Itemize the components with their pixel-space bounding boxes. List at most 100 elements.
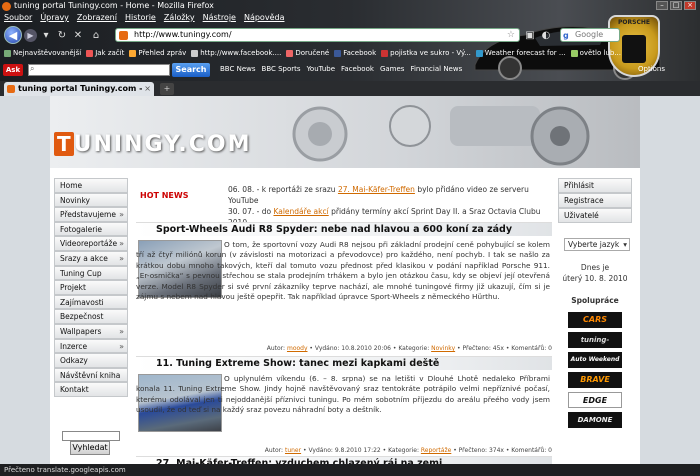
- menu-napoveda[interactable]: Nápověda: [244, 12, 285, 23]
- nav-item-label: Bezpečnost: [60, 312, 104, 322]
- home-icon[interactable]: ⌂: [90, 30, 102, 42]
- bookmark-item[interactable]: Facebook: [334, 47, 376, 59]
- tab-close-icon[interactable]: ×: [144, 82, 151, 96]
- browser-chrome: PORSCHE tuning portal Tuningy.com - Home…: [0, 0, 700, 96]
- nav-item[interactable]: Odkazy: [54, 353, 128, 368]
- sponsor-banner[interactable]: EDGE: [568, 392, 622, 408]
- nav-item-label: Inzerce: [60, 341, 88, 351]
- sponsor-banner[interactable]: BRAVE: [568, 372, 622, 388]
- hot-news-link[interactable]: Kalendáře akcí: [273, 207, 328, 216]
- bookmark-item[interactable]: Jak začít: [86, 47, 124, 59]
- login-button[interactable]: Přihlásit: [558, 178, 632, 193]
- bookmark-item[interactable]: Weather forecast for ...: [475, 47, 566, 59]
- nav-item-label: Představujeme: [60, 210, 116, 220]
- nav-item[interactable]: Home: [54, 178, 128, 193]
- hot-news-label: HOT NEWS: [140, 191, 189, 200]
- hot-news-item: 06. 08. - k reportáži ze srazu 27. Mai-K…: [228, 185, 529, 205]
- nav-item-label: Odkazy: [60, 356, 88, 366]
- search-icon: ⌕: [30, 64, 35, 73]
- category-link[interactable]: Reportáže: [421, 447, 451, 454]
- ask-link-financial-news[interactable]: Financial News: [410, 65, 462, 73]
- bookmark-item[interactable]: ovětlo lub...: [570, 47, 621, 59]
- right-column: Přihlásit Registrace Uživatelé: [558, 178, 632, 223]
- nav-item[interactable]: Novinky: [54, 192, 128, 208]
- nav-item[interactable]: Srazy a akce »: [54, 250, 128, 266]
- sponsor-banner[interactable]: Auto Weekend: [568, 352, 622, 368]
- nav-item[interactable]: Inzerce »: [54, 338, 128, 354]
- tab-tuningy[interactable]: tuning portal Tuningy.com - Home ×: [4, 82, 154, 96]
- bookmark-item[interactable]: Přehled zpráv: [129, 47, 186, 59]
- double-chevron-right-icon: »: [119, 210, 124, 220]
- nav-item[interactable]: Videoreportáže»: [54, 236, 128, 251]
- bookmark-item[interactable]: pojistka ve sukro - Vý...: [381, 47, 471, 59]
- minimize-button[interactable]: –: [656, 1, 668, 10]
- hot-news: HOT NEWS 06. 08. - k reportáži ze srazu …: [136, 184, 552, 227]
- category-link[interactable]: Novinky: [431, 345, 455, 352]
- nav-item[interactable]: Tuning Cup: [54, 265, 128, 281]
- left-navigation: Home Novinky Představujeme» Fotogalerie Vide…: [54, 178, 128, 397]
- users-button[interactable]: Uživatelé: [558, 208, 632, 223]
- bookmark-item[interactable]: http://www.facebook....: [191, 47, 281, 59]
- stop-icon[interactable]: ✕: [72, 30, 84, 42]
- double-chevron-right-icon: »: [119, 341, 124, 351]
- menu-historie[interactable]: Historie: [125, 12, 156, 23]
- close-window-button[interactable]: ×: [684, 1, 696, 10]
- sponsor-banner[interactable]: CARS: [568, 312, 622, 328]
- bookmark-item[interactable]: Doručené: [286, 47, 329, 59]
- site-search-button[interactable]: Vyhledat: [70, 441, 110, 455]
- menu-soubor[interactable]: Soubor: [4, 12, 32, 23]
- author-link[interactable]: moody: [287, 345, 308, 352]
- search-engine-box[interactable]: g Google: [560, 28, 620, 42]
- nav-item[interactable]: Fotogalerie: [54, 221, 128, 237]
- nav-item[interactable]: Wallpapers »: [54, 323, 128, 339]
- article: 11. Tuning Extreme Show: tanec mezi kapk…: [136, 356, 552, 454]
- nav-item[interactable]: Kontakt: [54, 382, 128, 397]
- nav-item[interactable]: Návštěvní kniha: [54, 367, 128, 383]
- language-select[interactable]: Vyberte jazyk ▾: [564, 238, 630, 251]
- nav-item[interactable]: Zajímavosti: [54, 294, 128, 310]
- menu-zobrazeni[interactable]: Zobrazení: [77, 12, 117, 23]
- site-logo[interactable]: T UNINGY.COM: [54, 130, 252, 158]
- nav-item[interactable]: Bezpečnost: [54, 309, 128, 324]
- maximize-button[interactable]: □: [670, 1, 682, 10]
- back-button[interactable]: ◀: [4, 26, 22, 44]
- menu-nastroje[interactable]: Nástroje: [203, 12, 236, 23]
- article-title[interactable]: 11. Tuning Extreme Show: tanec mezi kapk…: [136, 356, 552, 370]
- site-search-input[interactable]: [62, 431, 120, 441]
- article-title[interactable]: 27. Mai-Käfer-Treffen: vzduchem chlazený…: [136, 456, 552, 464]
- article-title[interactable]: Sport-Wheels Audi R8 Spyder: nebe nad hl…: [136, 222, 552, 236]
- partners-title: Spolupráce: [571, 296, 619, 305]
- translate-icon[interactable]: ◐: [540, 30, 552, 42]
- hot-news-link[interactable]: 27. Mai-Käfer-Treffen: [338, 185, 415, 194]
- ask-search-button[interactable]: Search: [172, 63, 210, 77]
- nav-item[interactable]: Projekt: [54, 280, 128, 295]
- bookmarks-toolbar: Nejnavštěvovanější Jak začít Přehled zpr…: [0, 47, 621, 59]
- nav-item[interactable]: Představujeme»: [54, 207, 128, 222]
- forward-button[interactable]: ▶: [24, 29, 37, 42]
- reload-icon[interactable]: ↻: [56, 30, 68, 42]
- ask-link-facebook[interactable]: Facebook: [341, 65, 374, 73]
- firefox-icon: [2, 2, 11, 11]
- nav-item-label: Zajímavosti: [60, 297, 104, 307]
- ask-search-input[interactable]: ⌕: [28, 64, 170, 76]
- ask-link-bbc-news[interactable]: BBC News: [220, 65, 256, 73]
- menu-upravy[interactable]: Úpravy: [40, 12, 69, 23]
- ask-link-games[interactable]: Games: [380, 65, 405, 73]
- ask-options[interactable]: Options: [638, 65, 665, 73]
- article: 27. Mai-Käfer-Treffen: vzduchem chlazený…: [136, 456, 552, 464]
- tab-strip: tuning portal Tuningy.com - Home × +: [0, 81, 700, 96]
- rss-icon[interactable]: ▣: [524, 30, 536, 42]
- ask-toolbar: Ask ⌕ Search BBC News BBC Sports YouTube…: [0, 61, 700, 79]
- sponsor-banner[interactable]: tuning-sport.cz: [568, 332, 622, 360]
- history-dropdown-icon[interactable]: ▾: [40, 30, 52, 42]
- ask-link-youtube[interactable]: YouTube: [307, 65, 335, 73]
- bookmark-item[interactable]: Nejnavštěvovanější: [4, 47, 81, 59]
- sponsor-banner[interactable]: DAMONE: [568, 412, 622, 428]
- ask-link-bbc-sports[interactable]: BBC Sports: [262, 65, 301, 73]
- bookmark-star-icon[interactable]: ☆: [507, 29, 515, 41]
- author-link[interactable]: tuner: [285, 447, 301, 454]
- register-button[interactable]: Registrace: [558, 193, 632, 208]
- url-bar[interactable]: http://www.tuningy.com/ ☆: [115, 28, 520, 42]
- new-tab-button[interactable]: +: [160, 83, 174, 95]
- menu-zalozky[interactable]: Záložky: [164, 12, 195, 23]
